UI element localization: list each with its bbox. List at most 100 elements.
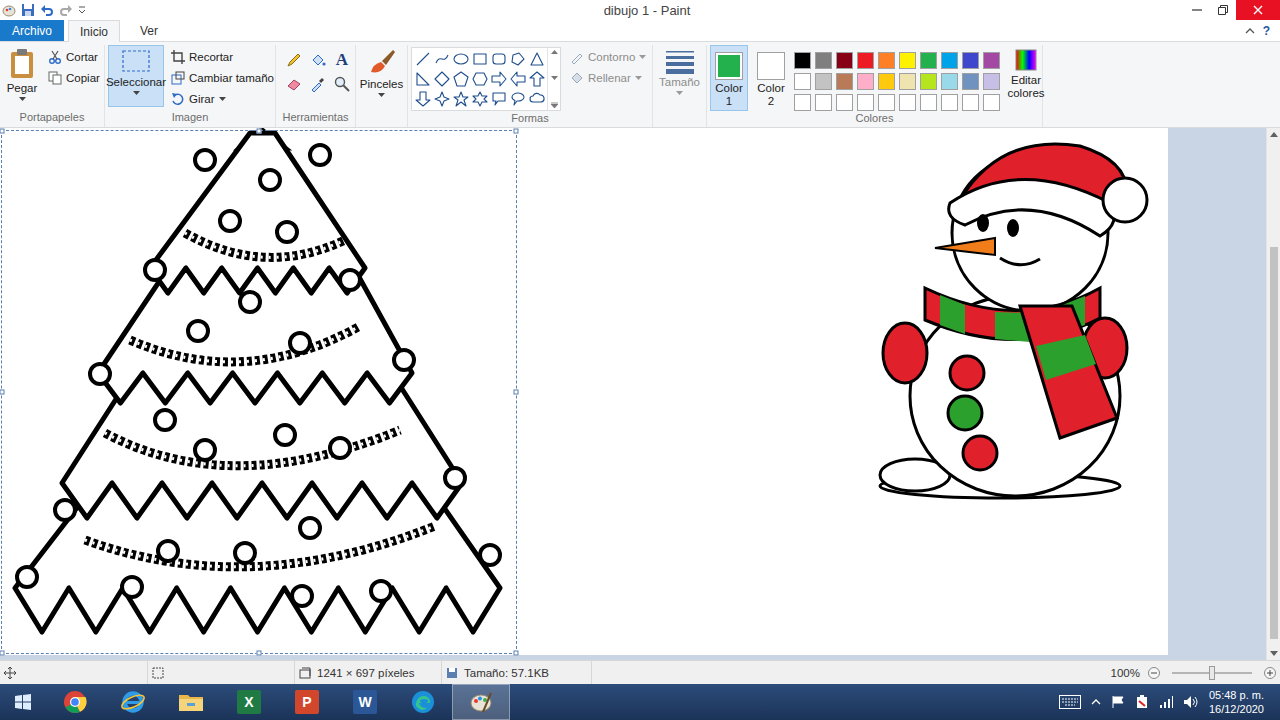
zoom-out-icon[interactable]: [1148, 667, 1160, 679]
shape-option[interactable]: [451, 49, 470, 69]
show-hidden-icon[interactable]: [1091, 698, 1101, 706]
file-menu-button[interactable]: Archivo: [0, 20, 64, 41]
palette-swatch[interactable]: [836, 73, 853, 90]
color-picker-tool[interactable]: [307, 73, 329, 95]
customize-dropdown-icon[interactable]: [78, 3, 86, 17]
powerpoint-icon[interactable]: P: [295, 690, 319, 714]
palette-swatch[interactable]: [962, 73, 979, 90]
redo-icon[interactable]: [59, 3, 73, 17]
palette-swatch[interactable]: [857, 94, 874, 111]
palette-swatch[interactable]: [962, 94, 979, 111]
palette-swatch[interactable]: [920, 94, 937, 111]
palette-swatch[interactable]: [794, 94, 811, 111]
shape-option[interactable]: [508, 69, 527, 89]
zoom-slider[interactable]: [1172, 672, 1252, 674]
shape-option[interactable]: [451, 89, 470, 109]
text-tool[interactable]: A: [331, 49, 353, 71]
word-icon[interactable]: W: [353, 690, 377, 714]
selection-handle[interactable]: [0, 129, 5, 134]
palette-swatch[interactable]: [857, 52, 874, 69]
scroll-thumb[interactable]: [1270, 247, 1278, 639]
shape-option[interactable]: [432, 69, 451, 89]
copy-button[interactable]: Copiar: [45, 68, 103, 88]
selection-handle[interactable]: [514, 651, 519, 656]
selection-handle[interactable]: [0, 390, 5, 395]
shape-option[interactable]: [527, 49, 546, 69]
excel-icon[interactable]: X: [237, 690, 261, 714]
palette-swatch[interactable]: [920, 52, 937, 69]
shape-option[interactable]: [508, 89, 527, 109]
action-center-flag-icon[interactable]: [1111, 695, 1125, 709]
rotate-button[interactable]: Girar: [168, 89, 277, 109]
palette-swatch[interactable]: [815, 94, 832, 111]
palette-swatch[interactable]: [794, 52, 811, 69]
palette-swatch[interactable]: [836, 52, 853, 69]
shape-option[interactable]: [413, 49, 432, 69]
palette-swatch[interactable]: [941, 52, 958, 69]
select-button[interactable]: Seleccionar: [108, 45, 164, 107]
palette-swatch[interactable]: [941, 73, 958, 90]
ribbon-tab[interactable]: Inicio: [68, 20, 120, 42]
undo-icon[interactable]: [40, 3, 54, 17]
shape-option[interactable]: [432, 89, 451, 109]
chrome-icon[interactable]: [63, 690, 87, 714]
brushes-button[interactable]: Pinceles: [359, 45, 404, 107]
eraser-tool[interactable]: [283, 73, 305, 95]
collapse-ribbon-icon[interactable]: [1245, 27, 1255, 35]
palette-swatch[interactable]: [815, 52, 832, 69]
palette-swatch[interactable]: [899, 52, 916, 69]
keyboard-icon[interactable]: [1059, 695, 1081, 709]
network-icon[interactable]: [1159, 695, 1173, 709]
selection-handle[interactable]: [514, 129, 519, 134]
pencil-tool[interactable]: [283, 49, 305, 71]
ribbon-tab[interactable]: Ver: [124, 20, 174, 41]
palette-swatch[interactable]: [794, 73, 811, 90]
color-2-button[interactable]: Color 2: [752, 45, 790, 111]
taskbar-app[interactable]: [104, 684, 162, 720]
edit-colors-button[interactable]: Editar colores: [1004, 45, 1048, 107]
selection-handle[interactable]: [514, 390, 519, 395]
drawing-canvas[interactable]: [0, 128, 1168, 655]
clock[interactable]: 05:48 p. m.16/12/2020: [1209, 688, 1270, 716]
save-icon[interactable]: [21, 3, 35, 17]
palette-swatch[interactable]: [920, 73, 937, 90]
windows-logo-icon[interactable]: [14, 693, 32, 711]
magnifier-tool[interactable]: [331, 73, 353, 95]
edge-icon[interactable]: [411, 690, 435, 714]
shape-option[interactable]: [413, 69, 432, 89]
shape-option[interactable]: [432, 49, 451, 69]
start-button[interactable]: [0, 684, 46, 720]
taskbar-app[interactable]: [452, 684, 510, 720]
cut-button[interactable]: Cortar: [45, 47, 103, 67]
paint-icon[interactable]: [469, 690, 493, 714]
fill-tool[interactable]: [307, 49, 329, 71]
palette-swatch[interactable]: [878, 94, 895, 111]
paste-button[interactable]: Pegar: [3, 45, 41, 107]
taskbar-app[interactable]: P: [278, 684, 336, 720]
selection-handle[interactable]: [0, 651, 5, 656]
taskbar-app[interactable]: X: [220, 684, 278, 720]
palette-swatch[interactable]: [857, 73, 874, 90]
shape-option[interactable]: [470, 49, 489, 69]
palette-swatch[interactable]: [815, 73, 832, 90]
taskbar-app[interactable]: [46, 684, 104, 720]
palette-swatch[interactable]: [962, 52, 979, 69]
size-button[interactable]: Tamaño: [656, 45, 703, 107]
resize-button[interactable]: Cambiar tamaño: [168, 68, 277, 88]
shape-option[interactable]: [489, 49, 508, 69]
shape-option[interactable]: [527, 89, 546, 109]
palette-swatch[interactable]: [983, 94, 1000, 111]
selection-rectangle[interactable]: [1, 130, 517, 654]
outline-dropdown[interactable]: Contorno: [567, 47, 649, 67]
palette-swatch[interactable]: [983, 52, 1000, 69]
shape-option[interactable]: [527, 69, 546, 89]
palette-swatch[interactable]: [899, 73, 916, 90]
color-1-button[interactable]: Color 1: [710, 45, 748, 111]
palette-swatch[interactable]: [878, 73, 895, 90]
close-button[interactable]: [1236, 0, 1280, 20]
folder-icon[interactable]: [178, 691, 204, 713]
fill-dropdown[interactable]: Rellenar: [567, 68, 649, 88]
zoom-slider-thumb[interactable]: [1209, 666, 1215, 680]
shape-option[interactable]: [413, 89, 432, 109]
shape-option[interactable]: [470, 69, 489, 89]
